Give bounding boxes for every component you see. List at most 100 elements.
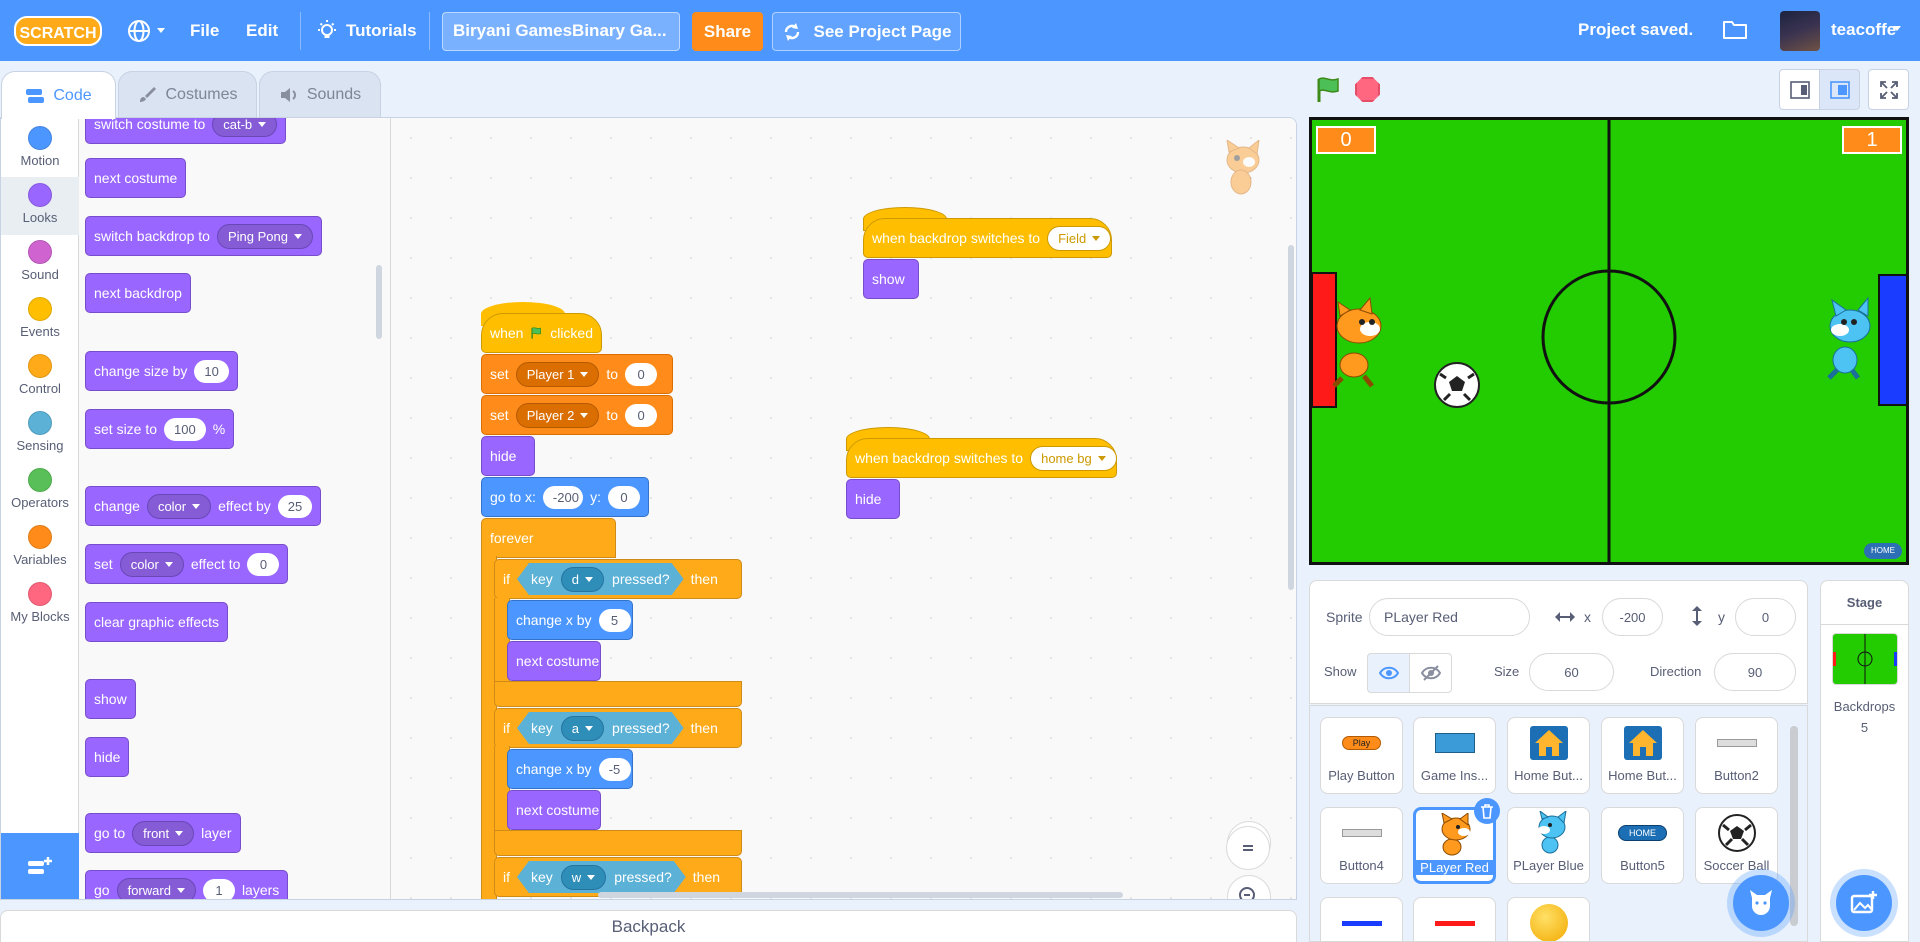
effect-dropdown[interactable]: color — [119, 551, 184, 577]
category-looks[interactable]: Looks — [1, 177, 79, 235]
block-go-to-xy[interactable]: go to x: -200 y: 0 — [481, 477, 649, 517]
variable-dropdown[interactable]: Player 2 — [515, 402, 600, 428]
sprite-tile-player-blue[interactable]: PLayer Blue — [1507, 807, 1590, 884]
direction-input[interactable]: 90 — [1714, 653, 1796, 691]
tab-sounds[interactable]: Sounds — [259, 71, 381, 117]
backdrop-dropdown[interactable]: home bg — [1030, 445, 1117, 471]
block-next-backdrop[interactable]: next backdrop — [85, 273, 191, 313]
block-show[interactable]: show — [85, 679, 136, 719]
show-visible-button[interactable] — [1367, 653, 1410, 693]
number-input[interactable]: 100 — [164, 417, 206, 441]
zoom-out-button[interactable] — [1227, 875, 1271, 899]
key-pressed-condition[interactable]: key w pressed? — [517, 861, 686, 893]
costume-dropdown[interactable]: cat-b — [212, 118, 278, 137]
sprite-tile-button4[interactable]: Button4 — [1320, 807, 1403, 884]
value-input[interactable]: 0 — [625, 403, 658, 427]
block-set-variable[interactable]: set Player 2 to 0 — [481, 395, 673, 435]
green-flag-icon[interactable] — [1314, 76, 1342, 104]
number-input[interactable]: -5 — [598, 757, 631, 781]
scratch-logo[interactable]: SCRATCH — [14, 14, 102, 48]
show-hidden-button[interactable] — [1409, 653, 1452, 693]
category-sensing[interactable]: Sensing — [1, 405, 79, 463]
category-control[interactable]: Control — [1, 348, 79, 406]
key-dropdown[interactable]: d — [561, 567, 604, 592]
tab-costumes[interactable]: Costumes — [118, 71, 257, 117]
language-menu[interactable] — [127, 0, 165, 61]
add-backdrop-button[interactable] — [1836, 875, 1892, 931]
username[interactable]: teacoffe — [1831, 20, 1896, 40]
sprite-tile-game-instructions[interactable]: Game Ins... — [1413, 717, 1496, 794]
fullscreen-button[interactable] — [1868, 69, 1909, 110]
block-when-backdrop-switches[interactable]: when backdrop switches to home bg — [846, 438, 1117, 478]
avatar[interactable] — [1780, 11, 1820, 51]
category-events[interactable]: Events — [1, 291, 79, 349]
sprite-tile-button5[interactable]: HOME Button5 — [1601, 807, 1684, 884]
block-change-x[interactable]: change x by 5 — [507, 600, 633, 640]
tab-code[interactable]: Code — [1, 71, 116, 119]
tutorials-button[interactable]: Tutorials — [316, 0, 417, 61]
backdrop-dropdown[interactable]: Ping Pong — [216, 223, 313, 249]
stage-thumbnail[interactable] — [1831, 633, 1898, 685]
backdrop-dropdown[interactable]: Field — [1047, 225, 1112, 251]
block-hide[interactable]: hide — [85, 737, 130, 777]
x-input[interactable]: -200 — [542, 485, 584, 509]
block-next-costume[interactable]: next costume — [507, 641, 601, 681]
block-go-to-layer[interactable]: go to front layer — [85, 813, 241, 853]
x-position-input[interactable]: -200 — [1602, 598, 1663, 636]
key-dropdown[interactable]: a — [561, 716, 604, 741]
block-switch-backdrop[interactable]: switch backdrop to Ping Pong — [85, 216, 322, 256]
block-next-costume[interactable]: next costume — [85, 158, 187, 198]
block-change-x[interactable]: change x by -5 — [507, 749, 633, 789]
sprite-tile-yellow-ball[interactable] — [1507, 897, 1590, 941]
stage-canvas[interactable]: 0 1 HOME — [1309, 117, 1909, 565]
sprite-tile-soccer-ball[interactable]: Soccer Ball — [1695, 807, 1778, 884]
small-stage-button[interactable] — [1779, 69, 1820, 110]
block-set-effect[interactable]: set color effect to 0 — [85, 544, 289, 584]
value-input[interactable]: 0 — [625, 362, 658, 386]
number-input[interactable]: 25 — [277, 494, 313, 518]
y-input[interactable]: 0 — [608, 485, 640, 509]
block-if-key-pressed[interactable]: if key a pressed? then — [494, 708, 742, 748]
add-sprite-button[interactable] — [1733, 875, 1789, 931]
number-input[interactable]: 1 — [202, 878, 235, 899]
effect-dropdown[interactable]: color — [146, 493, 212, 519]
palette-scrollbar[interactable] — [376, 265, 382, 339]
block-change-effect[interactable]: change color effect by 25 — [85, 486, 322, 526]
category-my-blocks[interactable]: My Blocks — [1, 576, 79, 634]
block-when-backdrop-switches[interactable]: when backdrop switches to Field — [863, 218, 1112, 258]
stop-button[interactable] — [1355, 77, 1380, 102]
block-hide[interactable]: hide — [846, 479, 900, 519]
category-motion[interactable]: Motion — [1, 120, 79, 178]
block-forever[interactable]: forever — [481, 518, 616, 558]
layer-dropdown[interactable]: front — [132, 820, 195, 846]
share-button[interactable]: Share — [692, 12, 763, 51]
number-input[interactable]: 0 — [247, 552, 280, 576]
see-project-page-button[interactable]: See Project Page — [772, 12, 961, 51]
y-position-input[interactable]: 0 — [1735, 598, 1796, 636]
block-set-size[interactable]: set size to 100% — [85, 409, 235, 449]
my-stuff-folder-icon[interactable] — [1722, 17, 1748, 41]
number-input[interactable]: 10 — [194, 359, 229, 383]
sprite-tile-play-button[interactable]: Play Play Button — [1320, 717, 1403, 794]
project-title-input[interactable]: Biryani GamesBinary Ga... — [442, 12, 680, 51]
block-when-flag-clicked[interactable]: when clicked — [481, 313, 602, 353]
delete-sprite-button[interactable] — [1474, 798, 1500, 824]
key-pressed-condition[interactable]: key a pressed? — [517, 712, 684, 744]
workspace-horizontal-scrollbar[interactable] — [598, 892, 1123, 898]
block-if-key-pressed[interactable]: if key d pressed? then — [494, 559, 742, 599]
chevron-down-icon[interactable] — [1893, 26, 1901, 31]
script-workspace[interactable]: when clicked set Player 1 to 0 set Player 2 t… — [391, 118, 1296, 899]
workspace-vertical-scrollbar[interactable] — [1288, 245, 1294, 590]
category-variables[interactable]: Variables — [1, 519, 79, 577]
edit-menu[interactable]: Edit — [246, 0, 278, 61]
block-if-key-pressed[interactable]: if key w pressed? then — [494, 857, 742, 897]
add-extension-button[interactable] — [1, 833, 79, 899]
block-next-costume[interactable]: next costume — [507, 790, 601, 830]
block-clear-effects[interactable]: clear graphic effects — [85, 602, 229, 642]
block-hide[interactable]: hide — [481, 436, 535, 476]
sprite-tile-blue-line[interactable] — [1320, 897, 1403, 941]
large-stage-button[interactable] — [1819, 69, 1860, 110]
category-operators[interactable]: Operators — [1, 462, 79, 520]
number-input[interactable]: 5 — [598, 608, 631, 632]
sprite-tile-button2[interactable]: Button2 — [1695, 717, 1778, 794]
